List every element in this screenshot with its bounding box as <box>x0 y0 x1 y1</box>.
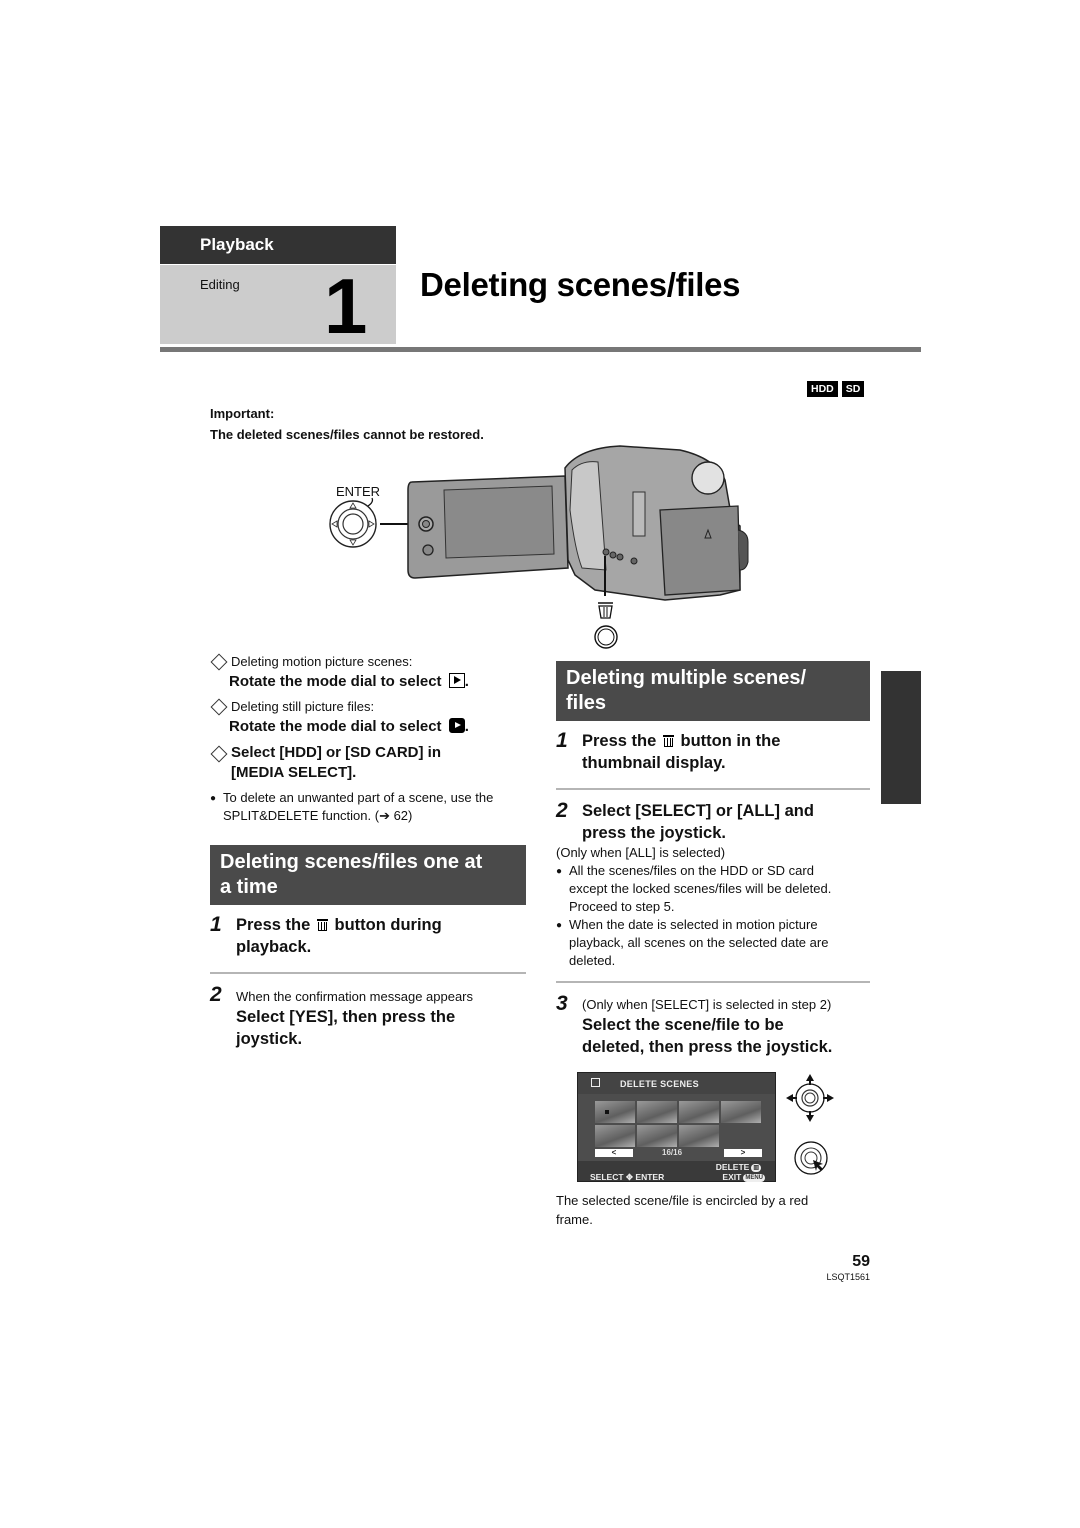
important-label: Important: <box>210 406 275 421</box>
document-code: LSQT1561 <box>826 1272 870 1282</box>
screen-footer: DELETE ▥ SELECT ✥ ENTER EXIT MENU <box>578 1161 775 1182</box>
still-playback-mode-icon <box>448 718 465 733</box>
step-divider <box>556 981 870 983</box>
step-2-bullet: ● All the scenes/files on the HDD or SD … <box>556 863 832 914</box>
trash-icon <box>316 919 328 931</box>
bullet-icon: ● <box>556 866 563 877</box>
step-2-one-at-a-time: 2 When the confirmation message appears … <box>210 983 474 1049</box>
prereq-motion-instruction: Rotate the mode dial to select . <box>229 673 469 690</box>
thumbnail[interactable] <box>595 1101 635 1123</box>
thumbnail[interactable] <box>637 1101 677 1123</box>
bullet-icon: ● <box>556 920 563 931</box>
menu-button-icon: MENU <box>743 1174 765 1182</box>
prereq-still-instruction: Rotate the mode dial to select . <box>229 718 469 735</box>
prev-page-button[interactable]: < <box>595 1149 633 1157</box>
section-tab: Playback <box>160 226 396 264</box>
delete-hint: DELETE ▥ <box>715 1162 761 1172</box>
next-page-button[interactable]: > <box>724 1149 762 1157</box>
trash-icon <box>598 602 613 619</box>
right-column: Deleting multiple scenes/ files 1 Press … <box>556 661 870 1058</box>
enter-label: ENTER <box>336 484 380 499</box>
playback-mode-icon <box>448 673 465 688</box>
title-divider <box>160 347 921 352</box>
thumbnail-grid <box>595 1101 761 1147</box>
step-2-bullet: ● When the date is selected in motion pi… <box>556 917 829 968</box>
select-enter-hint: SELECT ✥ ENTER <box>590 1172 665 1182</box>
bullet-icon: ● <box>210 793 217 804</box>
media-badges: HDD SD <box>807 381 865 397</box>
step-1-multiple: 1 Press the button in the thumbnail disp… <box>556 729 781 773</box>
media-select-instruction: Select [HDD] or [SD CARD] in [MEDIA SELE… <box>210 743 526 783</box>
prereq-still-caption: Deleting still picture files: <box>210 698 526 715</box>
split-delete-note: ● To delete an unwanted part of a scene,… <box>210 790 494 823</box>
step-2-multiple: 2 Select [SELECT] or [ALL] and press the… <box>556 799 814 843</box>
chapter-side-tab <box>881 671 921 804</box>
joystick-press-icon <box>794 1141 828 1175</box>
hdd-badge: HDD <box>807 381 838 397</box>
section-header-one-at-a-time: Deleting scenes/files one at a time <box>210 845 526 905</box>
step-divider <box>210 972 526 974</box>
section-label: Playback <box>200 235 274 254</box>
joystick-icon <box>329 500 377 548</box>
subsection-label: Editing <box>200 277 240 292</box>
screen-title-bar: DELETE SCENES <box>578 1073 775 1094</box>
joystick-icon: ✥ <box>625 1172 634 1182</box>
delete-button-icon <box>594 625 618 649</box>
thumbnail[interactable] <box>637 1125 677 1147</box>
diamond-icon <box>210 745 228 763</box>
step-2-condition: (Only when [ALL] is selected) <box>556 845 726 860</box>
important-note: Important: The deleted scenes/files cann… <box>210 403 484 445</box>
screen-caption: The selected scene/file is encircled by … <box>556 1193 809 1227</box>
trash-icon <box>662 735 674 747</box>
diamond-icon <box>210 698 228 715</box>
page-counter: 16/16 <box>662 1148 683 1157</box>
thumbnail[interactable] <box>595 1125 635 1147</box>
trash-button-icon: ▥ <box>751 1164 761 1172</box>
step-1-one-at-a-time: 1 Press the button during playback. <box>210 913 442 957</box>
step-3-multiple: 3 (Only when [SELECT] is selected in ste… <box>556 992 833 1057</box>
delete-scenes-screen: DELETE SCENES < 16/16 > DELETE ▥ SELECT ✥… <box>577 1072 776 1182</box>
subsection-tab: Editing 1 <box>160 262 396 350</box>
thumbnail[interactable] <box>721 1101 761 1123</box>
thumbnail[interactable] <box>679 1125 719 1147</box>
chapter-number: 1 <box>324 262 368 350</box>
joystick-directions-icon <box>786 1074 834 1122</box>
step-divider <box>556 788 870 790</box>
section-header-multiple: Deleting multiple scenes/ files <box>556 661 870 721</box>
exit-hint: EXIT MENU <box>722 1172 765 1182</box>
prereq-motion-caption: Deleting motion picture scenes: <box>210 653 526 670</box>
sd-badge: SD <box>841 381 865 397</box>
page-title: Deleting scenes/files <box>420 266 741 303</box>
home-icon <box>591 1078 600 1087</box>
left-column: Deleting motion picture scenes: Rotate t… <box>210 653 526 1050</box>
page-number: 59 <box>852 1253 870 1270</box>
diamond-icon <box>210 653 228 670</box>
camcorder-illustration: ENTER <box>329 445 749 649</box>
thumbnail[interactable] <box>679 1101 719 1123</box>
